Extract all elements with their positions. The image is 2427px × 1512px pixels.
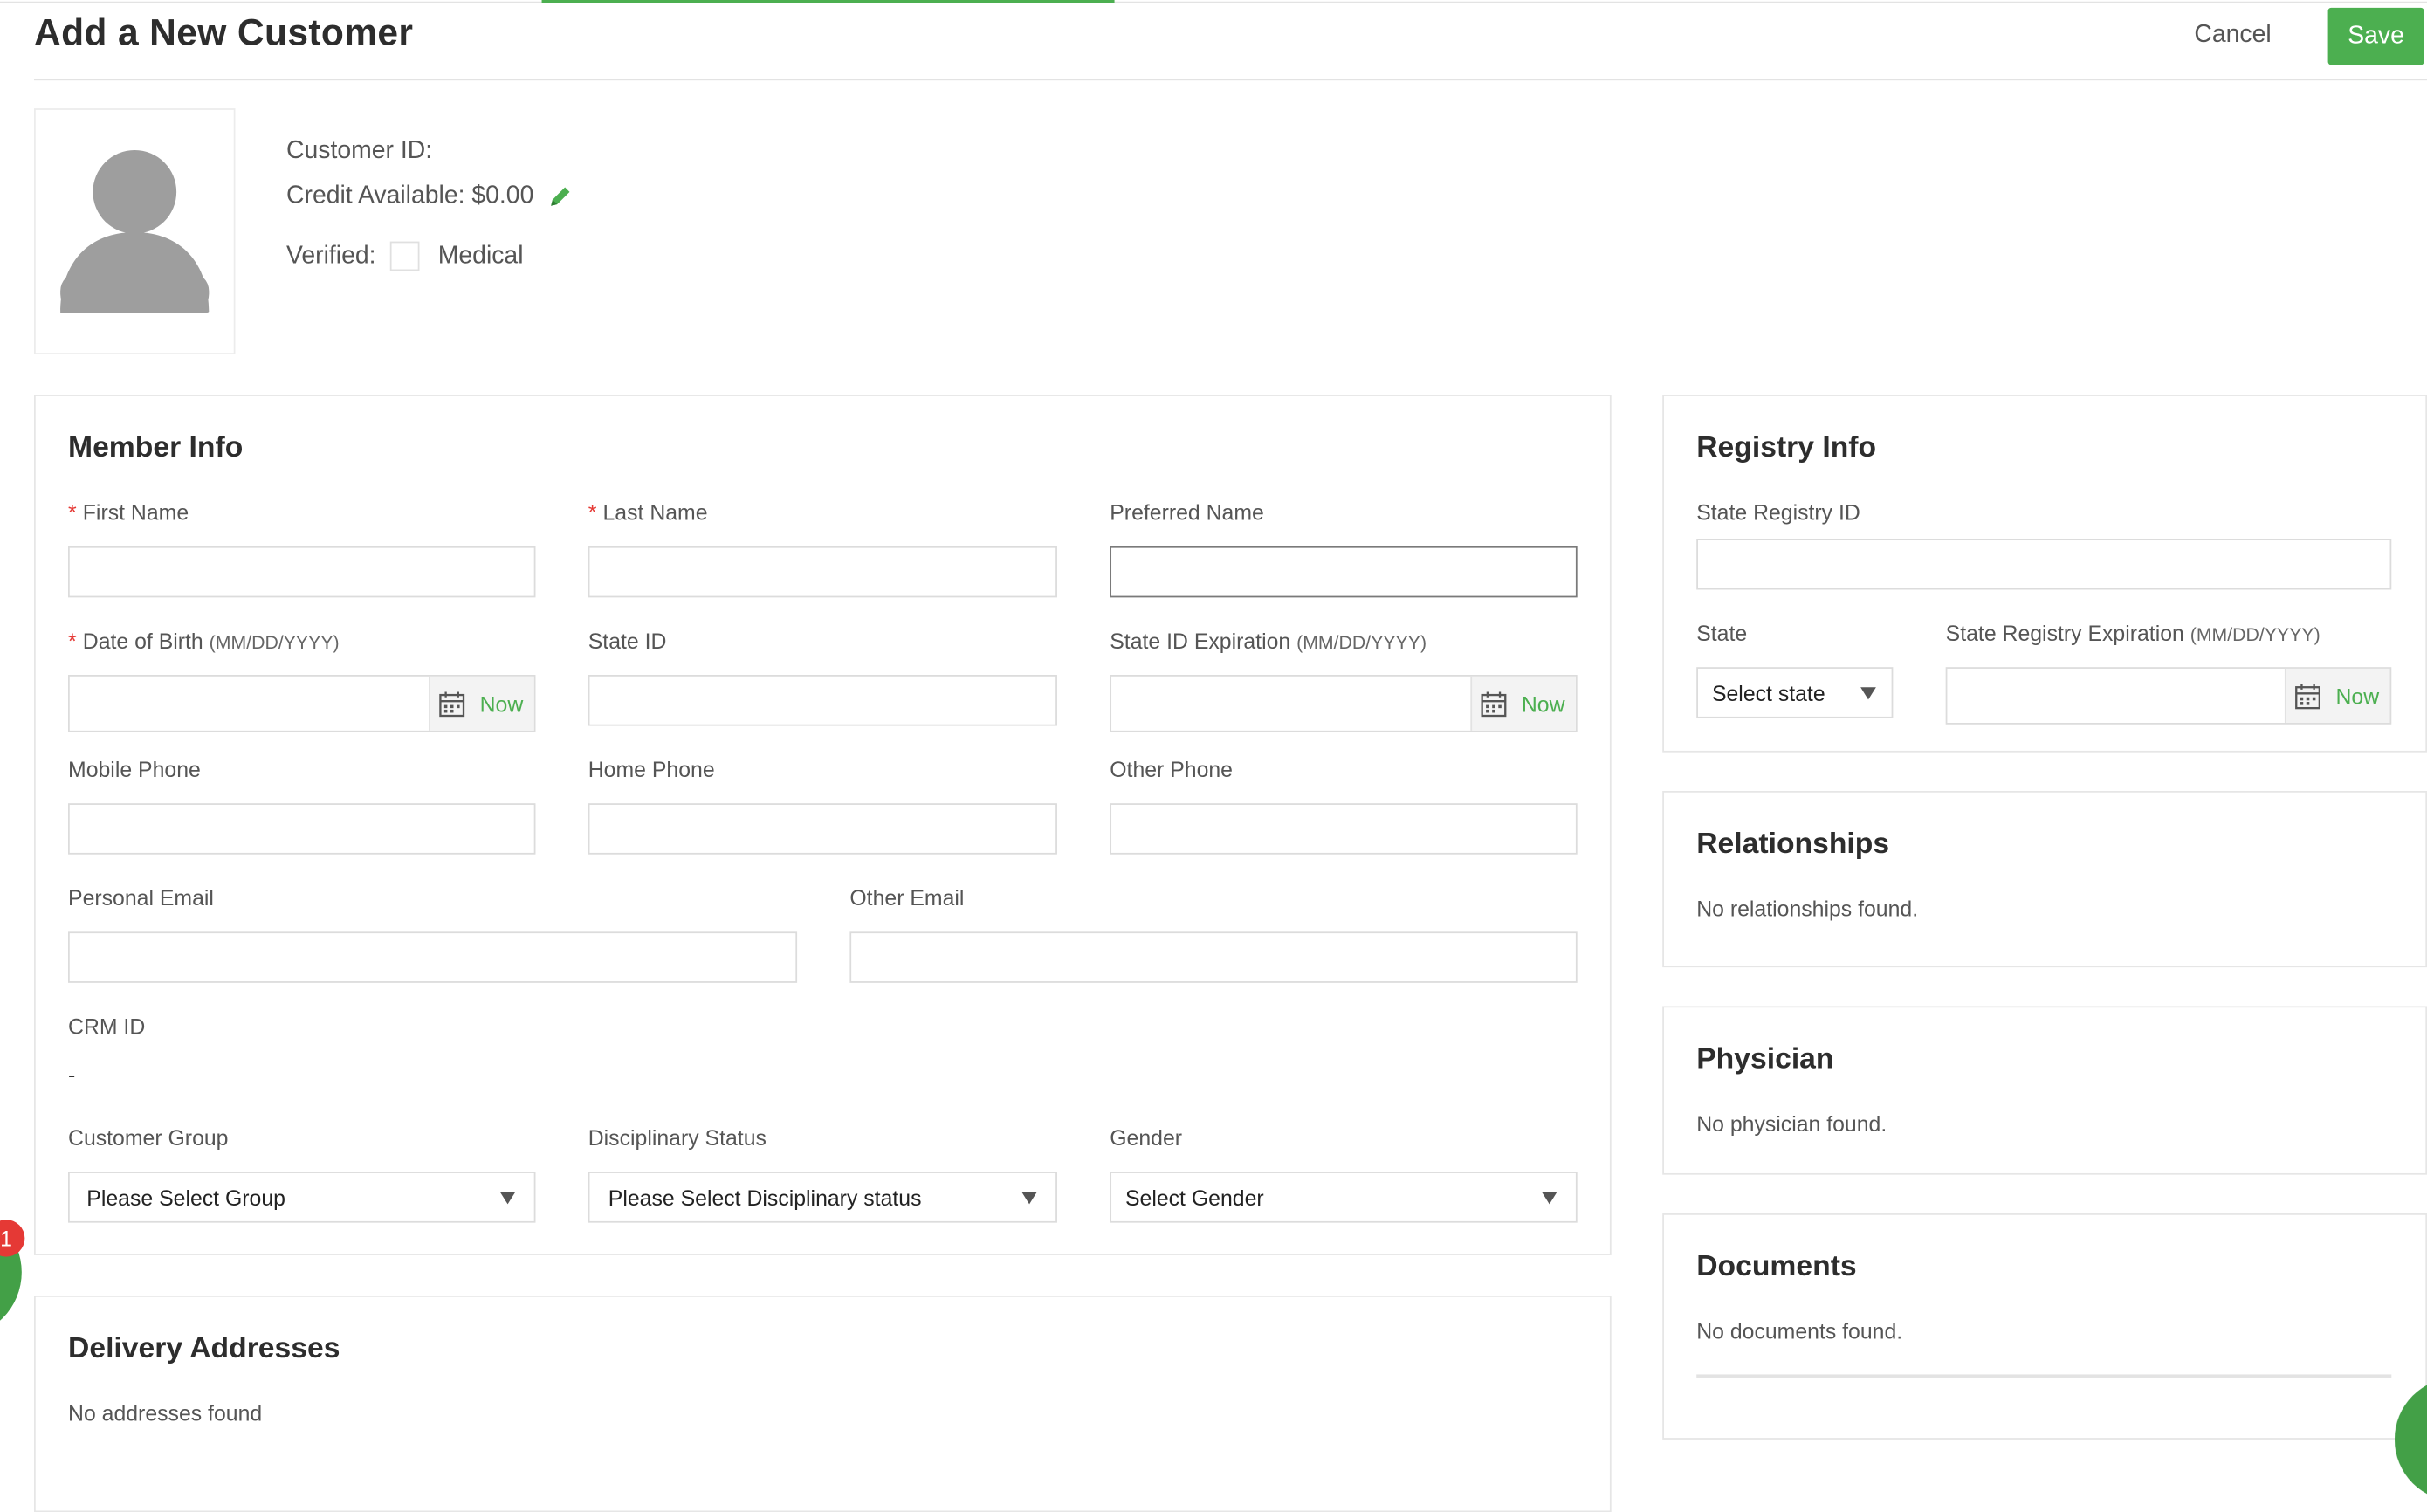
mobile-phone-label: Mobile Phone xyxy=(68,756,201,782)
date-of-birth-label: * Date of Birth (MM/DD/YYYY) xyxy=(68,629,340,653)
header-divider xyxy=(34,79,2427,81)
state-registry-id-label: State Registry ID xyxy=(1696,499,1860,526)
physician-card xyxy=(1662,1006,2427,1175)
chevron-down-icon xyxy=(1021,1191,1037,1204)
state-value: Select state xyxy=(1711,680,1825,705)
medical-label: Medical xyxy=(437,243,524,270)
date-format-hint: (MM/DD/YYYY) xyxy=(209,631,340,654)
disciplinary-status-select[interactable]: Please Select Disciplinary status xyxy=(588,1172,1057,1223)
state-registry-expiration-input[interactable]: Now xyxy=(1945,667,2392,725)
required-marker: * xyxy=(588,499,597,526)
other-phone-label: Other Phone xyxy=(1110,756,1234,782)
state-registry-id-input[interactable] xyxy=(1696,539,2392,590)
state-registry-expiration-addon: Now xyxy=(2284,668,2390,723)
customer-id-label: Customer ID: xyxy=(286,137,433,164)
customer-group-label: Customer Group xyxy=(68,1124,229,1151)
customer-group-value: Please Select Group xyxy=(86,1185,285,1210)
registry-exp-now-button[interactable]: Now xyxy=(2335,684,2379,708)
member-info-title: Member Info xyxy=(68,431,244,464)
calendar-icon[interactable] xyxy=(2294,682,2322,710)
dob-now-button[interactable]: Now xyxy=(480,691,524,716)
gender-value: Select Gender xyxy=(1124,1185,1264,1210)
gender-select[interactable]: Select Gender xyxy=(1110,1172,1578,1223)
state-id-expiration-label-text: State ID Expiration xyxy=(1110,628,1291,654)
home-phone-label: Home Phone xyxy=(588,756,715,782)
state-id-input[interactable] xyxy=(588,675,1057,726)
chevron-down-icon xyxy=(1860,686,1876,699)
cancel-button[interactable]: Cancel xyxy=(2175,10,2291,62)
documents-divider xyxy=(1696,1374,2392,1378)
documents-title: Documents xyxy=(1696,1250,1857,1283)
disciplinary-status-value: Please Select Disciplinary status xyxy=(608,1185,922,1210)
first-name-label: * First Name xyxy=(68,500,189,525)
date-format-hint: (MM/DD/YYYY) xyxy=(2190,623,2320,646)
last-name-label: * Last Name xyxy=(588,500,708,525)
delivery-addresses-card xyxy=(34,1296,1612,1512)
other-email-input[interactable] xyxy=(849,931,1578,983)
date-of-birth-addon: Now xyxy=(429,676,534,731)
chevron-down-icon xyxy=(499,1191,516,1204)
personal-email-input[interactable] xyxy=(68,931,798,983)
disciplinary-status-label: Disciplinary Status xyxy=(588,1124,767,1151)
avatar[interactable] xyxy=(34,108,236,355)
page-title: Add a New Customer xyxy=(34,12,414,55)
mobile-phone-input[interactable] xyxy=(68,803,536,855)
physician-empty: No physician found. xyxy=(1696,1111,1887,1137)
state-registry-expiration-label: State Registry Expiration (MM/DD/YYYY) xyxy=(1946,621,2320,645)
state-id-expiration-label: State ID Expiration (MM/DD/YYYY) xyxy=(1110,629,1427,653)
state-select[interactable]: Select state xyxy=(1696,667,1894,718)
save-button[interactable]: Save xyxy=(2327,7,2424,65)
other-phone-input[interactable] xyxy=(1110,803,1578,855)
delivery-addresses-title: Delivery Addresses xyxy=(68,1332,340,1365)
gender-label: Gender xyxy=(1110,1124,1183,1151)
chevron-down-icon xyxy=(1541,1191,1557,1204)
delivery-addresses-empty: No addresses found xyxy=(68,1400,263,1426)
state-label: State xyxy=(1696,620,1748,646)
credit-available-label: Credit Available: $0.00 xyxy=(286,182,534,210)
user-silhouette-icon xyxy=(60,149,210,313)
calendar-icon[interactable] xyxy=(1480,690,1508,718)
crm-id-label: CRM ID xyxy=(68,1014,146,1039)
date-format-hint: (MM/DD/YYYY) xyxy=(1296,631,1427,654)
personal-email-label: Personal Email xyxy=(68,885,214,911)
crm-id-value: - xyxy=(68,1062,76,1087)
notification-badge: 1 xyxy=(0,1220,25,1257)
preferred-name-label: Preferred Name xyxy=(1110,499,1264,526)
documents-empty: No documents found. xyxy=(1696,1318,1903,1344)
edit-credit-pencil-icon[interactable] xyxy=(548,184,573,209)
last-name-input[interactable] xyxy=(588,546,1057,598)
relationships-title: Relationships xyxy=(1696,828,1890,861)
customer-group-select[interactable]: Please Select Group xyxy=(68,1172,536,1223)
state-id-label: State ID xyxy=(588,628,667,654)
calendar-icon[interactable] xyxy=(438,690,466,718)
home-phone-input[interactable] xyxy=(588,803,1057,855)
other-email-label: Other Email xyxy=(849,885,965,911)
state-id-exp-now-button[interactable]: Now xyxy=(1522,691,1565,716)
physician-title: Physician xyxy=(1696,1043,1834,1076)
state-id-expiration-input[interactable]: Now xyxy=(1110,675,1578,732)
date-of-birth-input[interactable]: Now xyxy=(68,675,536,732)
top-border xyxy=(0,1,2427,3)
required-marker: * xyxy=(68,499,77,526)
loading-progress-bar xyxy=(541,0,1115,3)
registry-info-title: Registry Info xyxy=(1696,431,1877,464)
last-name-label-text: Last Name xyxy=(602,499,708,526)
first-name-input[interactable] xyxy=(68,546,536,598)
relationships-empty: No relationships found. xyxy=(1696,896,1919,921)
verified-label: Verified: xyxy=(286,243,376,270)
required-marker: * xyxy=(68,628,77,654)
first-name-label-text: First Name xyxy=(82,499,189,526)
preferred-name-input[interactable] xyxy=(1110,546,1578,598)
date-of-birth-label-text: Date of Birth xyxy=(82,628,203,654)
relationships-card xyxy=(1662,791,2427,968)
state-registry-expiration-label-text: State Registry Expiration xyxy=(1945,620,2184,646)
state-id-expiration-addon: Now xyxy=(1470,676,1576,731)
medical-verified-checkbox[interactable] xyxy=(389,241,420,271)
